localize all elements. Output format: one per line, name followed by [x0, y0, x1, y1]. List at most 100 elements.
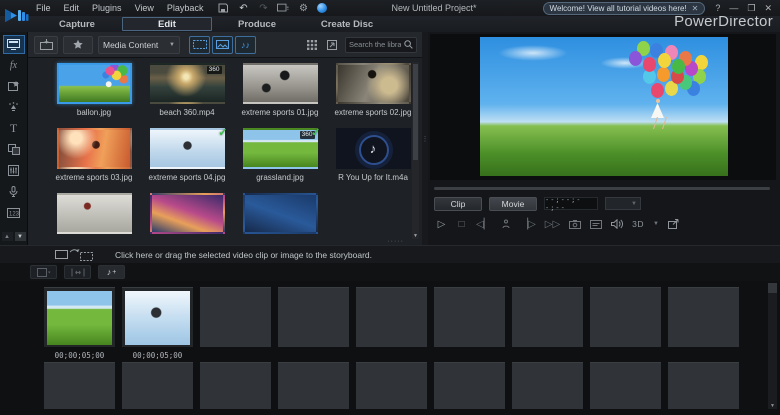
- storyboard-slot-empty[interactable]: [668, 287, 739, 347]
- fast-forward-button[interactable]: ▷▷: [545, 219, 560, 230]
- stop-button[interactable]: □: [456, 219, 467, 230]
- media-item[interactable]: 360beach 360.mp4: [145, 63, 229, 117]
- filter-photo-button[interactable]: [212, 36, 233, 54]
- sidebar-item-effect-room[interactable]: fx: [3, 56, 25, 75]
- clip-thumbnail[interactable]: [125, 291, 190, 345]
- undock-preview-icon[interactable]: [668, 219, 679, 229]
- media-item-partial[interactable]: [238, 193, 322, 234]
- redo-icon[interactable]: ↷: [257, 2, 269, 14]
- preview-video[interactable]: [480, 37, 728, 176]
- storyboard-slot-empty[interactable]: [122, 362, 193, 409]
- storyboard-slot-empty[interactable]: [434, 287, 505, 347]
- storyboard-scroll-down-icon[interactable]: ▼: [768, 403, 777, 409]
- help-button[interactable]: ?: [715, 3, 720, 14]
- media-item[interactable]: extreme sports 03.jpg: [52, 128, 136, 182]
- sidebar-item-media-room[interactable]: [3, 35, 25, 54]
- preview-quality-icon[interactable]: [590, 220, 602, 229]
- media-item-partial[interactable]: [52, 193, 136, 234]
- media-thumbnail[interactable]: ✓: [150, 128, 225, 169]
- panel-resize-handle[interactable]: ·····: [387, 238, 404, 245]
- 3d-mode-button[interactable]: 3D: [632, 219, 644, 229]
- tab-produce[interactable]: Produce: [212, 17, 302, 31]
- storyboard-slot-empty[interactable]: [668, 362, 739, 409]
- 3d-dropdown-icon[interactable]: ▼: [653, 221, 659, 227]
- minimize-button[interactable]: —: [729, 3, 738, 14]
- filter-audio-button[interactable]: ♪♪: [235, 36, 256, 54]
- media-thumbnail[interactable]: 360✓: [243, 128, 318, 169]
- library-scroll-down-icon[interactable]: ▼: [412, 233, 419, 239]
- plugins-button[interactable]: [63, 36, 93, 54]
- media-thumbnail[interactable]: [150, 193, 225, 234]
- menu-edit[interactable]: Edit: [64, 3, 80, 13]
- storyboard-clip[interactable]: 00;00;05;00: [44, 287, 115, 360]
- media-thumbnail[interactable]: [57, 128, 132, 169]
- storyboard-slot-empty[interactable]: [590, 287, 661, 347]
- media-item[interactable]: extreme sports 02.jpg: [331, 63, 415, 117]
- storyboard-slot-empty[interactable]: [44, 362, 115, 409]
- step-button[interactable]: [500, 219, 511, 229]
- grid-view-icon[interactable]: [305, 38, 319, 52]
- sidebar-item-title-room[interactable]: T: [3, 119, 25, 138]
- sidebar-scroll-up-icon[interactable]: ▲: [2, 232, 13, 241]
- storyboard-slot-empty[interactable]: [200, 362, 271, 409]
- tab-create-disc[interactable]: Create Disc: [302, 17, 392, 31]
- storyboard-slot-filled[interactable]: [122, 287, 193, 347]
- storyboard-slot-filled[interactable]: [44, 287, 115, 347]
- storyboard-slot-empty[interactable]: [278, 287, 349, 347]
- snapshot-camera-icon[interactable]: [569, 220, 581, 229]
- settings-gear-icon[interactable]: ⚙: [297, 2, 309, 14]
- storyboard-scrollbar[interactable]: ▼: [768, 283, 777, 409]
- storyboard-slot-empty[interactable]: [512, 287, 583, 347]
- zoom-fit-dropdown[interactable]: ▼: [605, 197, 641, 210]
- menu-playback[interactable]: Playback: [167, 3, 204, 13]
- next-frame-button[interactable]: ▕▷: [520, 219, 535, 230]
- storyboard-slot-empty[interactable]: [590, 362, 661, 409]
- media-thumbnail[interactable]: [336, 128, 411, 169]
- storyboard-slot-empty[interactable]: [434, 362, 505, 409]
- media-thumbnail[interactable]: [57, 63, 132, 104]
- filter-video-button[interactable]: [189, 36, 210, 54]
- storyboard-slot-empty[interactable]: [356, 287, 427, 347]
- clip-thumbnail[interactable]: [47, 291, 112, 345]
- storyboard-hint-row[interactable]: Click here or drag the selected video cl…: [0, 245, 780, 263]
- storyboard-slot-empty[interactable]: [356, 362, 427, 409]
- undo-icon[interactable]: ↶: [237, 2, 249, 14]
- play-button[interactable]: ▷: [436, 219, 447, 230]
- media-item[interactable]: 360✓grassland.jpg: [238, 128, 322, 182]
- media-content-dropdown[interactable]: Media Content ▼: [98, 36, 180, 54]
- storyboard-slot-empty[interactable]: [512, 362, 583, 409]
- media-item-partial[interactable]: [145, 193, 229, 234]
- fit-timeline-button[interactable]: [64, 265, 91, 279]
- menu-file[interactable]: File: [36, 3, 51, 13]
- close-button[interactable]: ✕: [764, 3, 772, 14]
- sidebar-item-particle-room[interactable]: [3, 98, 25, 117]
- media-thumbnail[interactable]: 360: [150, 63, 225, 104]
- storyboard-scroll-up-icon[interactable]: [768, 283, 777, 293]
- storyboard-slot-empty[interactable]: [200, 287, 271, 347]
- media-thumbnail[interactable]: [243, 63, 318, 104]
- storyboard-clip[interactable]: 00;00;05;00: [122, 287, 193, 360]
- preview-seek-bar[interactable]: [434, 187, 770, 190]
- expand-library-icon[interactable]: [325, 38, 339, 52]
- media-item[interactable]: ✓extreme sports 04.jpg: [145, 128, 229, 182]
- movie-mode-button[interactable]: Movie: [489, 197, 537, 211]
- clip-mode-button[interactable]: Clip: [434, 197, 482, 211]
- aspect-ratio-dropdown[interactable]: [277, 2, 289, 14]
- banner-close-icon[interactable]: ✕: [692, 4, 699, 13]
- add-background-music-button[interactable]: ♪+: [98, 265, 125, 279]
- sidebar-item-pip-objects-room[interactable]: [3, 77, 25, 96]
- sidebar-scroll-down-icon[interactable]: ▼: [15, 232, 26, 241]
- sidebar-item-transition-room[interactable]: [3, 140, 25, 159]
- media-thumbnail[interactable]: [243, 193, 318, 234]
- save-icon[interactable]: [217, 2, 229, 14]
- maximize-button[interactable]: ❒: [747, 3, 755, 14]
- media-thumbnail[interactable]: [336, 63, 411, 104]
- sidebar-item-voice-over-room[interactable]: [3, 182, 25, 201]
- sidebar-item-chapter-room[interactable]: 123: [3, 203, 25, 222]
- timecode-display[interactable]: --;--;--;--: [544, 197, 598, 210]
- tab-edit[interactable]: Edit: [122, 17, 212, 31]
- import-media-button[interactable]: [34, 36, 58, 54]
- tab-capture[interactable]: Capture: [32, 17, 122, 31]
- storyboard-view-button[interactable]: [30, 265, 57, 279]
- media-item[interactable]: ballon.jpg: [52, 63, 136, 117]
